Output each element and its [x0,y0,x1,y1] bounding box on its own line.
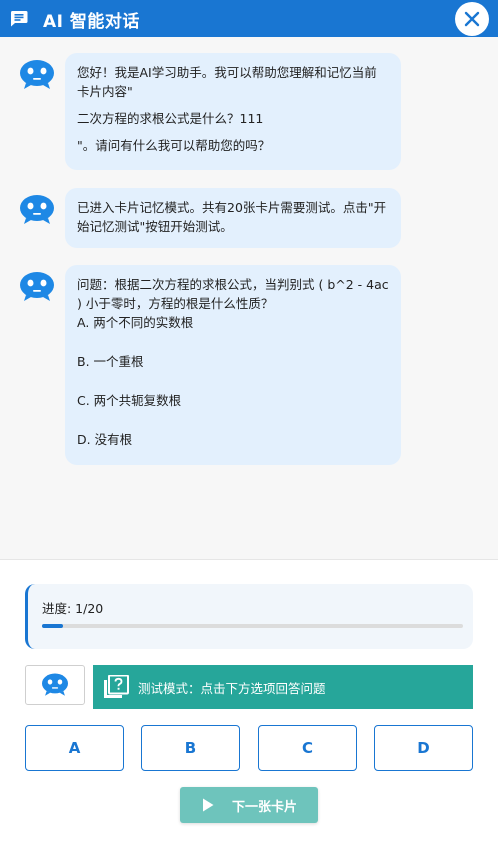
progress-label: 进度: 1/20 [42,601,104,616]
message-text: 二次方程的求根公式是什么？111 [77,111,264,126]
option-d-button[interactable]: D [374,725,473,771]
message-text: 已进入卡片记忆模式。共有20张卡片需要测试。点击"开始记忆测试"按钮开始测试。 [77,200,387,234]
robot-avatar-icon [20,195,54,224]
message-bubble: 问题：根据二次方程的求根公式，当判别式 ( b^2 - 4ac ) 小于零时，方… [65,265,401,465]
message-text: 您好！我是AI学习助手。我可以帮助您理解和记忆当前卡片内容" [77,65,377,99]
play-icon [203,798,214,812]
mode-text: 测试模式：点击下方选项回答问题 [138,681,326,696]
option-a-button[interactable]: A [25,725,124,771]
option-text: A. 两个不同的实数根 [77,315,194,330]
option-c-button[interactable]: C [258,725,357,771]
next-card-button[interactable]: 下一张卡片 [180,787,318,823]
mode-banner: 测试模式：点击下方选项回答问题 [93,665,473,709]
next-card-label: 下一张卡片 [232,800,298,815]
mini-avatar [25,665,85,705]
close-icon [464,11,480,27]
close-button[interactable] [455,2,489,36]
option-text: C. 两个共轭复数根 [77,393,182,408]
chat-icon [10,11,28,27]
option-text: D. 没有根 [77,432,133,447]
message-text: "。请问有什么我可以帮助您的吗？ [77,138,271,153]
robot-avatar-icon [20,272,54,301]
progress-card: 进度: 1/20 [25,584,473,649]
app-title: AI 智能对话 [43,12,140,32]
option-text: B. 一个重根 [77,354,144,369]
robot-avatar-icon [42,673,68,696]
progress-fill [42,624,64,628]
message-bubble: 您好！我是AI学习助手。我可以帮助您理解和记忆当前卡片内容" 二次方程的求根公式… [65,53,401,170]
app-header: AI 智能对话 [0,0,498,37]
quiz-icon [104,675,129,698]
message-bubble: 已进入卡片记忆模式。共有20张卡片需要测试。点击"开始记忆测试"按钮开始测试。 [65,188,401,248]
question-text: 问题：根据二次方程的求根公式，当判别式 ( b^2 - 4ac ) 小于零时，方… [77,277,389,311]
option-b-button[interactable]: B [141,725,240,771]
robot-avatar-icon [20,60,54,89]
progress-bar [42,624,463,628]
